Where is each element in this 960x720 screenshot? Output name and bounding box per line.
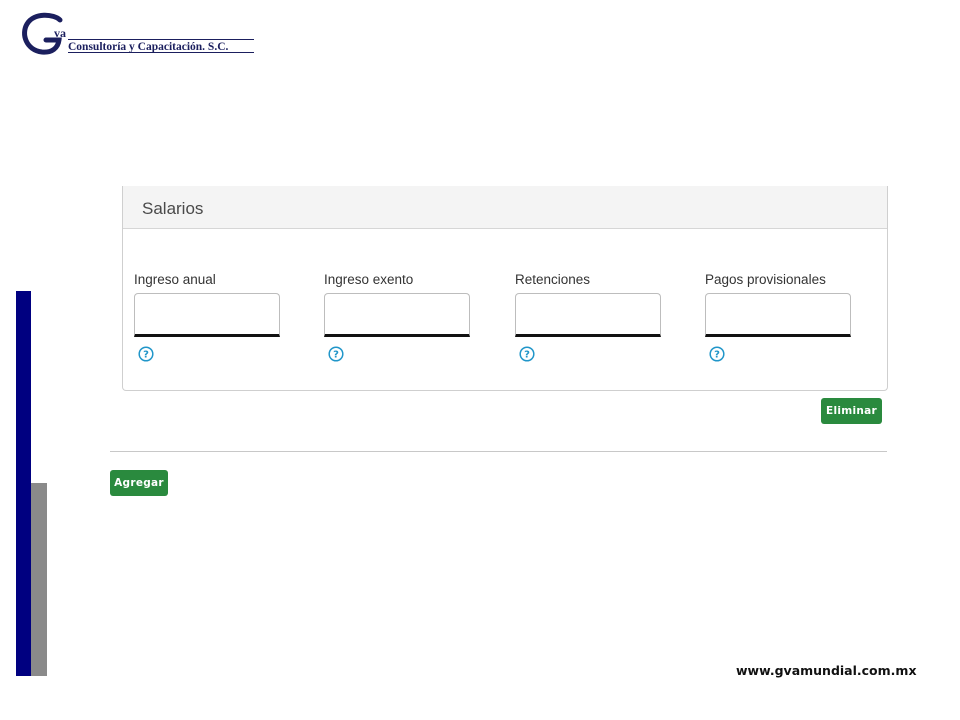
- agregar-button[interactable]: Agregar: [110, 470, 168, 496]
- question-circle-icon[interactable]: ?: [138, 346, 154, 362]
- svg-text:?: ?: [143, 350, 149, 361]
- field-label: Retenciones: [515, 272, 591, 287]
- side-bar-gray: [31, 483, 47, 676]
- field-ingreso-exento: Ingreso exento ?: [324, 272, 474, 362]
- panel-title: Salarios: [142, 199, 204, 218]
- retenciones-input[interactable]: [515, 293, 661, 337]
- field-ingreso-anual: Ingreso anual ?: [134, 272, 284, 362]
- salarios-panel: Salarios Ingreso anual ? Ingreso exento …: [122, 186, 888, 391]
- eliminar-button[interactable]: Eliminar: [821, 398, 882, 424]
- footer-url: www.gvamundial.com.mx: [736, 663, 917, 678]
- field-retenciones: Retenciones ?: [515, 272, 665, 362]
- question-circle-icon[interactable]: ?: [519, 346, 535, 362]
- pagos-provisionales-input[interactable]: [705, 293, 851, 337]
- field-label: Ingreso anual: [134, 272, 216, 287]
- svg-text:?: ?: [524, 350, 530, 361]
- ingreso-anual-input[interactable]: [134, 293, 280, 337]
- field-label: Pagos provisionales: [705, 272, 826, 287]
- question-circle-icon[interactable]: ?: [709, 346, 725, 362]
- logo-rule-bottom: [68, 52, 254, 53]
- ingreso-exento-input[interactable]: [324, 293, 470, 337]
- section-divider: [110, 451, 887, 452]
- svg-text:?: ?: [714, 350, 720, 361]
- question-circle-icon[interactable]: ?: [328, 346, 344, 362]
- side-bar-blue: [16, 291, 31, 676]
- field-label: Ingreso exento: [324, 272, 414, 287]
- logo-rule-top: [68, 39, 254, 40]
- panel-header: Salarios: [123, 186, 887, 229]
- logo-initials: va: [54, 26, 66, 40]
- svg-text:?: ?: [333, 350, 339, 361]
- field-pagos-provisionales: Pagos provisionales ?: [705, 272, 855, 362]
- company-logo: va Consultoría y Capacitación. S.C.: [20, 12, 256, 58]
